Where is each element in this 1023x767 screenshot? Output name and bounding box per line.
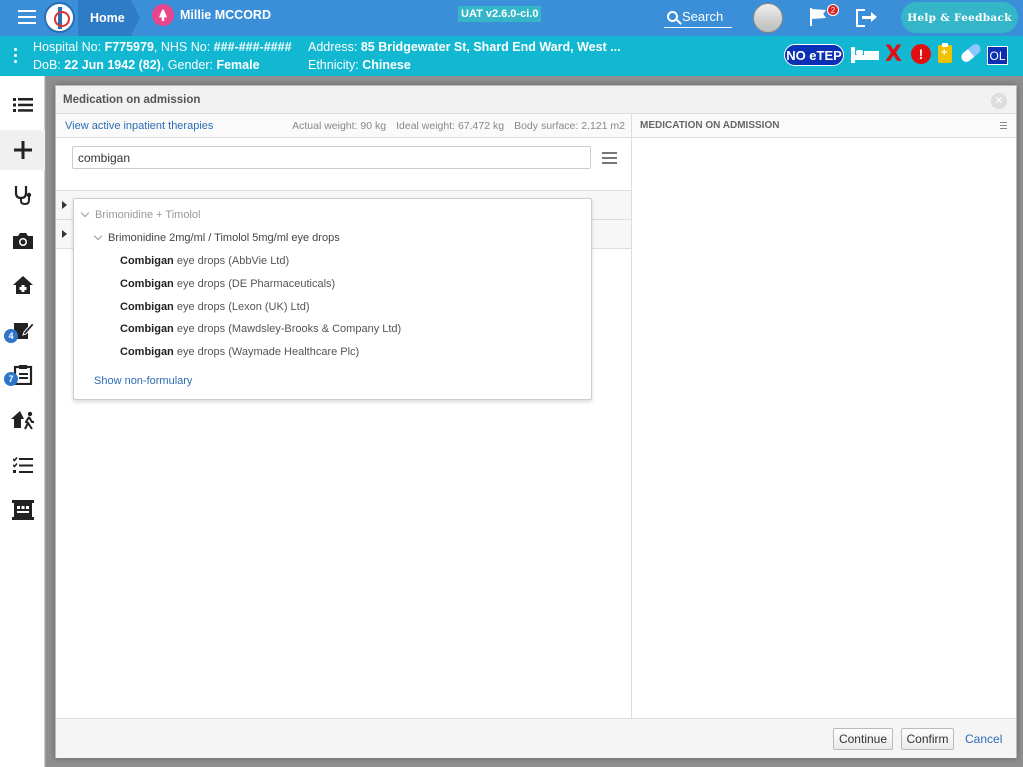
alert-icon[interactable]: ! — [911, 44, 931, 64]
patient-banner: Hospital No: F775979, NHS No: ###-###-##… — [0, 36, 1023, 76]
kebab-menu-icon[interactable] — [14, 48, 18, 66]
flag-count-badge: 2 — [827, 4, 839, 16]
hamburger-icon[interactable] — [18, 10, 36, 24]
list-icon[interactable] — [0, 85, 45, 125]
medication-on-admission-pane: MEDICATION ON ADMISSION — [632, 114, 1016, 718]
ethnicity: Chinese — [362, 58, 411, 72]
home-tab[interactable]: Home — [78, 0, 140, 36]
search-label: Search — [682, 9, 724, 24]
ideal-weight: Ideal weight: 67.472 kg — [396, 120, 505, 132]
help-feedback-button[interactable]: Help & Feedback — [901, 2, 1018, 33]
checklist-icon[interactable] — [0, 445, 45, 485]
result-product[interactable]: Combigan eye drops (Mawdsley-Brooks & Co… — [120, 323, 401, 335]
stethoscope-icon[interactable] — [0, 175, 45, 215]
patient-measurements: Actual weight: 90 kg Ideal weight: 67.472… — [282, 120, 625, 132]
no-etep-badge[interactable]: NO eTEP — [784, 44, 844, 66]
ol-badge[interactable]: OL — [987, 46, 1008, 65]
dob-line: DoB: 22 Jun 1942 (82), Gender: Female — [33, 58, 260, 72]
hospital-no: F775979 — [104, 40, 154, 54]
logout-icon[interactable] — [856, 9, 877, 27]
medication-search-pane: View active inpatient therapies Actual w… — [56, 114, 632, 718]
nhs-no: ###-###-#### — [213, 40, 292, 54]
logo-icon[interactable] — [44, 2, 75, 33]
ethnicity-line: Ethnicity: Chinese — [308, 58, 411, 72]
result-product[interactable]: Combigan eye drops (AbbVie Ltd) — [120, 255, 289, 267]
result-vmp[interactable]: Brimonidine 2mg/ml / Timolol 5mg/ml eye … — [93, 231, 340, 244]
bed-icon[interactable] — [851, 47, 879, 63]
house-icon[interactable] — [0, 265, 45, 305]
menu-icon[interactable] — [1000, 122, 1007, 131]
left-sidebar: 4 7 — [0, 76, 45, 767]
chevron-down-icon — [93, 231, 103, 241]
search-button[interactable]: Search — [664, 6, 732, 28]
address: 85 Bridgewater St, Shard End Ward, West … — [360, 40, 621, 54]
result-product[interactable]: Combigan eye drops (Lexon (UK) Ltd) — [120, 301, 310, 313]
flag-icon[interactable]: 2 — [810, 4, 839, 28]
body-surface: Body surface: 2.121 m2 — [514, 120, 625, 132]
pill-icon[interactable] — [959, 42, 983, 64]
actual-weight: Actual weight: 90 kg — [292, 120, 387, 132]
confirm-button[interactable]: Confirm — [901, 728, 954, 750]
medication-search-input[interactable] — [72, 146, 591, 169]
chevron-down-icon — [80, 208, 90, 218]
building-icon[interactable] — [0, 490, 45, 530]
patient-name-button[interactable]: Millie MCCORD — [152, 4, 271, 26]
house-run-icon[interactable] — [0, 400, 45, 440]
modal-title: Medication on admission — [63, 94, 201, 106]
version-badge: UAT v2.6.0-ci.0 — [458, 6, 542, 22]
cancel-link[interactable]: Cancel — [965, 732, 1002, 746]
medication-on-admission-modal: Medication on admission ✕ View active in… — [55, 85, 1017, 758]
clipboard-edit-icon[interactable]: 7 — [0, 355, 45, 395]
list-options-icon[interactable] — [602, 152, 617, 167]
top-bar: Home Millie MCCORD UAT v2.6.0-ci.0 Searc… — [0, 0, 1023, 36]
plus-icon[interactable] — [0, 130, 45, 170]
home-label: Home — [90, 11, 125, 25]
search-results-dropdown: Brimonidine + Timolol Brimonidine 2mg/ml… — [73, 198, 592, 400]
camera-icon[interactable] — [0, 220, 45, 260]
clipboard-edit-badge: 7 — [4, 372, 18, 386]
view-active-therapies-link[interactable]: View active inpatient therapies — [65, 120, 213, 132]
result-group-vtm[interactable]: Brimonidine + Timolol — [80, 208, 200, 221]
edit-doc-icon[interactable]: 4 — [0, 310, 45, 350]
clipboard-icon[interactable] — [938, 43, 952, 63]
continue-button[interactable]: Continue — [833, 728, 893, 750]
admission-pane-title: MEDICATION ON ADMISSION — [640, 120, 780, 131]
x-icon[interactable]: X — [885, 43, 902, 67]
dob: 22 Jun 1942 (82) — [64, 58, 161, 72]
show-non-formulary-link[interactable]: Show non-formulary — [94, 375, 192, 387]
gender: Female — [216, 58, 260, 72]
result-product[interactable]: Combigan eye drops (Waymade Healthcare P… — [120, 346, 359, 358]
address-line: Address: 85 Bridgewater St, Shard End Wa… — [308, 40, 621, 54]
caret-right-icon — [62, 230, 67, 238]
close-icon[interactable]: ✕ — [991, 93, 1007, 109]
avatar[interactable] — [753, 3, 783, 33]
search-icon — [667, 11, 678, 22]
modal-footer: Continue Confirm Cancel — [56, 718, 1016, 758]
admission-pane-header: MEDICATION ON ADMISSION — [632, 114, 1016, 138]
female-icon — [152, 4, 174, 26]
edit-doc-badge: 4 — [4, 329, 18, 343]
caret-right-icon — [62, 201, 67, 209]
patient-name: Millie MCCORD — [180, 8, 271, 22]
modal-header: Medication on admission ✕ — [56, 86, 1016, 114]
search-pane-header: View active inpatient therapies Actual w… — [56, 114, 631, 138]
hospital-no-line: Hospital No: F775979, NHS No: ###-###-##… — [33, 40, 292, 54]
result-product[interactable]: Combigan eye drops (DE Pharmaceuticals) — [120, 278, 335, 290]
